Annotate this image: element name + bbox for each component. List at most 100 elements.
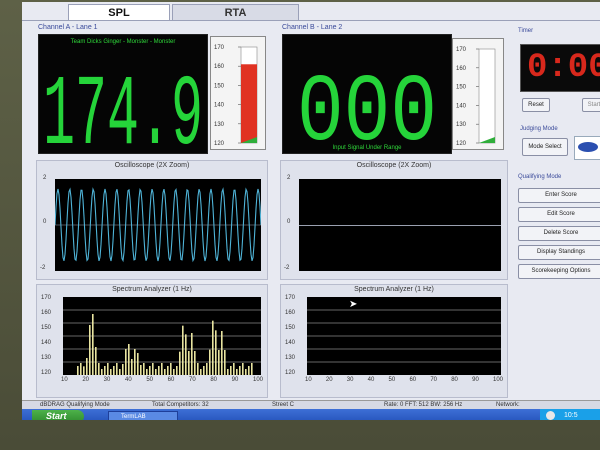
oscilloscope-b-plot bbox=[299, 179, 501, 271]
spectrum-xtick: 60 bbox=[409, 377, 417, 383]
brand-logo bbox=[574, 136, 600, 160]
spectrum-xtick: 30 bbox=[346, 377, 354, 383]
reset-button[interactable]: Reset bbox=[522, 98, 550, 112]
tab-spl[interactable]: SPL bbox=[68, 4, 170, 21]
spectrum-xtick: 100 bbox=[253, 377, 264, 383]
spectrum-bar bbox=[221, 331, 223, 375]
meter-fill bbox=[241, 64, 257, 143]
spectrum-bar bbox=[116, 363, 118, 375]
spectrum-bar bbox=[179, 351, 181, 375]
tab-rta[interactable]: RTA bbox=[172, 4, 299, 21]
taskbar-item-termlab[interactable]: TermLAB bbox=[108, 411, 178, 420]
spectrum-bar bbox=[137, 353, 139, 375]
oscilloscope-b-panel: Oscilloscope (2X Zoom) 2 0 -2 bbox=[280, 160, 508, 280]
spectrum-xtick: 20 bbox=[82, 377, 90, 383]
spectrum-xtick: 30 bbox=[103, 377, 111, 383]
spectrum-xtick: 70 bbox=[430, 377, 438, 383]
channel-b-display: 000 Input Signal Under Range bbox=[282, 34, 452, 154]
spectrum-bar bbox=[245, 369, 247, 375]
scorekeeping-options-button[interactable]: Scorekeeping Options bbox=[518, 264, 600, 279]
meter-tick-label: 140 bbox=[214, 103, 225, 109]
spectrum-bar bbox=[122, 364, 124, 375]
spectrum-a-title: Spectrum Analyzer (1 Hz) bbox=[112, 286, 192, 293]
spectrum-xtick: 50 bbox=[146, 377, 154, 383]
meter-tick-label: 160 bbox=[214, 64, 225, 70]
meter-tick-label: 150 bbox=[456, 85, 467, 91]
edit-score-button[interactable]: Edit Score bbox=[518, 207, 600, 222]
spectrum-ytick: 170 bbox=[285, 295, 296, 301]
meter-tick-label: 120 bbox=[456, 141, 467, 147]
display-standings-button[interactable]: Display Standings bbox=[518, 245, 600, 260]
spectrum-bar bbox=[251, 363, 253, 375]
qualifying-mode-label: Qualifying Mode bbox=[518, 174, 562, 180]
spectrum-ytick: 140 bbox=[41, 340, 52, 346]
spectrum-bar bbox=[194, 351, 196, 375]
osc-a-ytick-bottom: -2 bbox=[40, 265, 46, 271]
meter-track bbox=[478, 48, 496, 144]
tray-icon[interactable] bbox=[546, 411, 555, 420]
mouse-cursor-icon: ➤ bbox=[349, 299, 358, 310]
spectrum-bar bbox=[92, 314, 94, 375]
osc-b-ytick-mid: 0 bbox=[287, 219, 291, 225]
osc-a-ytick-mid: 0 bbox=[43, 219, 47, 225]
enter-score-button[interactable]: Enter Score bbox=[518, 188, 600, 203]
spectrum-bar bbox=[110, 369, 112, 375]
spectrum-xtick: 100 bbox=[493, 377, 504, 383]
spectrum-xtick: 70 bbox=[189, 377, 196, 383]
spectrum-xtick: 20 bbox=[325, 377, 333, 383]
meter-tick-label: 140 bbox=[456, 103, 467, 109]
start-button[interactable]: Start bbox=[32, 410, 84, 420]
spectrum-bar bbox=[191, 333, 193, 375]
spectrum-bar bbox=[155, 369, 157, 375]
spectrum-bar bbox=[95, 347, 97, 375]
spectrum-ytick: 160 bbox=[41, 310, 52, 316]
spectrum-ytick: 150 bbox=[41, 325, 52, 331]
timer-value: 0:00 bbox=[527, 49, 600, 87]
status-network: Network: bbox=[496, 402, 520, 408]
spectrum-bar bbox=[236, 369, 238, 375]
system-tray: 10:5 bbox=[540, 409, 600, 420]
oscilloscope-a-title: Oscilloscope (2X Zoom) bbox=[114, 162, 190, 169]
spectrum-bar bbox=[233, 363, 235, 375]
spectrum-bar bbox=[143, 363, 145, 375]
signal-notice: Input Signal Under Range bbox=[332, 145, 402, 151]
spectrum-bar bbox=[134, 349, 136, 375]
app-window: SPL RTA Channel A - Lane 1 Team Dicks Gi… bbox=[22, 2, 600, 420]
delete-score-button[interactable]: Delete Score bbox=[518, 226, 600, 241]
spectrum-xtick: 80 bbox=[210, 377, 218, 383]
oscilloscope-a-plot bbox=[54, 179, 262, 271]
spectrum-bar bbox=[197, 363, 199, 375]
spectrum-bar bbox=[89, 325, 91, 375]
spectrum-xtick: 90 bbox=[231, 377, 239, 383]
spectrum-bar bbox=[215, 330, 217, 375]
spectrum-bar bbox=[209, 349, 211, 375]
spectrum-bar bbox=[239, 366, 241, 375]
spectrum-a-plot bbox=[63, 297, 261, 375]
mode-select-button[interactable]: Mode Select bbox=[522, 138, 568, 156]
channel-a-spl-meter: 170 160 150 140 130 120 bbox=[210, 36, 266, 150]
channel-a-label: Channel A - Lane 1 bbox=[38, 24, 98, 31]
spectrum-bar bbox=[125, 349, 127, 375]
spectrum-ytick: 160 bbox=[285, 310, 296, 316]
spectrum-ytick: 150 bbox=[285, 325, 296, 331]
spectrum-a-panel: Spectrum Analyzer (1 Hz) 170 160 150 140 130… bbox=[36, 284, 268, 398]
status-competitors: Total Competitors: 32 bbox=[152, 402, 209, 408]
spectrum-bar bbox=[104, 366, 106, 375]
team-name: Team Dicks Ginger - Monster - Monster bbox=[70, 39, 176, 45]
spectrum-xtick: 10 bbox=[61, 377, 68, 383]
spectrum-b-panel: Spectrum Analyzer (1 Hz) 170 160 150 140 130… bbox=[280, 284, 508, 398]
spectrum-bar bbox=[158, 366, 160, 375]
spectrum-bar bbox=[149, 366, 151, 375]
spectrum-bar bbox=[80, 363, 82, 375]
spectrum-xtick: 50 bbox=[388, 377, 396, 383]
meter-tick-label: 150 bbox=[214, 83, 225, 89]
spectrum-bar bbox=[218, 350, 220, 375]
spectrum-xtick: 60 bbox=[167, 377, 175, 383]
spectrum-ytick: 120 bbox=[285, 370, 296, 376]
status-mode: dBDRAG Qualifying Mode bbox=[40, 402, 110, 408]
spectrum-ytick: 130 bbox=[285, 355, 296, 361]
spectrum-ytick: 120 bbox=[41, 370, 52, 376]
spectrum-bar bbox=[152, 363, 154, 375]
start-timer-button[interactable]: Start bbox=[582, 98, 600, 112]
meter-tick-label: 120 bbox=[214, 141, 225, 147]
